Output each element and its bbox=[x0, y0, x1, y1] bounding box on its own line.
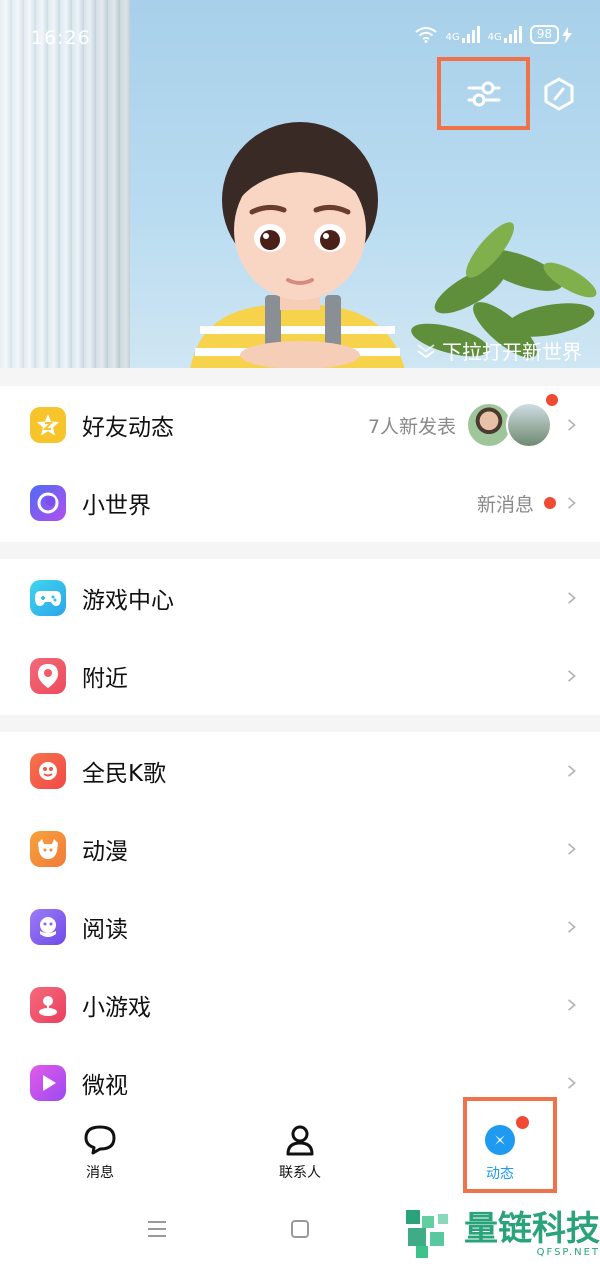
row-reading[interactable]: 阅读 bbox=[0, 888, 600, 966]
avatar-character-illustration bbox=[190, 122, 405, 368]
row-karaoke[interactable]: 全民K歌 bbox=[0, 732, 600, 810]
tab-messages[interactable]: 消息 bbox=[0, 1112, 200, 1194]
row-nearby[interactable]: 附近 bbox=[0, 637, 600, 715]
status-time: 16:26 bbox=[31, 27, 91, 49]
row-anime[interactable]: 动漫 bbox=[0, 810, 600, 888]
weishi-play-icon bbox=[30, 1065, 66, 1101]
cell-signal-1-icon: 4G bbox=[445, 26, 480, 43]
zplan-hero-banner[interactable]: 16:26 4G 4G 98 下拉打开新世界 bbox=[0, 0, 600, 368]
karaoke-icon bbox=[30, 753, 66, 789]
hexagon-compass-icon bbox=[544, 77, 574, 111]
chevron-right-icon bbox=[568, 999, 576, 1011]
tab-label: 联系人 bbox=[279, 1165, 321, 1181]
row-label: 全民K歌 bbox=[82, 761, 167, 787]
chevron-right-icon bbox=[568, 921, 576, 933]
row-label: 微视 bbox=[82, 1073, 128, 1099]
row-label: 好友动态 bbox=[82, 415, 174, 441]
row-label: 动漫 bbox=[82, 839, 128, 865]
tab-contacts[interactable]: 联系人 bbox=[200, 1112, 400, 1194]
double-chevron-down-icon bbox=[417, 343, 435, 358]
row-label: 游戏中心 bbox=[82, 588, 174, 614]
row-game-center[interactable]: 游戏中心 bbox=[0, 559, 600, 637]
charging-bolt-icon bbox=[562, 26, 572, 43]
new-posts-count: 7人新发表 bbox=[367, 415, 456, 438]
mini-game-icon bbox=[30, 987, 66, 1023]
active-tab-highlight bbox=[463, 1097, 557, 1193]
notification-dot bbox=[544, 497, 556, 509]
section-discover: 游戏中心 附近 bbox=[0, 559, 600, 715]
watermark-title: 量链科技 bbox=[464, 1208, 600, 1249]
message-bubble-icon bbox=[84, 1125, 116, 1155]
menu-lines-icon[interactable] bbox=[146, 1219, 168, 1239]
chevron-right-icon bbox=[568, 1077, 576, 1089]
reading-icon bbox=[30, 909, 66, 945]
chevron-right-icon bbox=[568, 419, 576, 431]
row-label: 小游戏 bbox=[82, 995, 151, 1021]
pull-hint-text: 下拉打开新世界 bbox=[442, 340, 582, 364]
home-square-icon[interactable] bbox=[290, 1219, 310, 1239]
qq-dynamic-page: 16:26 4G 4G 98 下拉打开新世界 好友动态 7人新发表 小世界 新消… bbox=[0, 0, 600, 1266]
new-message-label: 新消息 bbox=[476, 493, 534, 516]
watermark-logo: 量链科技 QFSP.NET bbox=[402, 1206, 600, 1262]
battery-level: 98 bbox=[529, 25, 559, 44]
row-mini-game[interactable]: 小游戏 bbox=[0, 966, 600, 1044]
watermark-logo-icon bbox=[406, 1210, 448, 1258]
section-entertainment: 全民K歌 动漫 阅读 小游戏 微视 bbox=[0, 732, 600, 1112]
battery-indicator: 98 bbox=[529, 25, 572, 44]
row-label: 附近 bbox=[82, 666, 128, 692]
anime-face-icon bbox=[30, 831, 66, 867]
cell-signal-2-icon: 4G bbox=[488, 26, 522, 43]
chevron-right-icon bbox=[568, 843, 576, 855]
row-small-world[interactable]: 小世界 新消息 bbox=[0, 464, 600, 542]
contacts-person-icon bbox=[286, 1125, 314, 1156]
row-friends-feed[interactable]: 好友动态 7人新发表 bbox=[0, 386, 600, 464]
row-label: 小世界 bbox=[82, 493, 151, 519]
tab-label: 消息 bbox=[86, 1165, 114, 1181]
row-label: 阅读 bbox=[82, 917, 128, 943]
chevron-right-icon bbox=[568, 592, 576, 604]
signal1-label: 4G bbox=[445, 32, 460, 43]
wifi-icon bbox=[415, 26, 438, 43]
hexagon-compass-button[interactable] bbox=[538, 73, 580, 115]
small-world-icon bbox=[30, 485, 66, 521]
friend-avatars bbox=[466, 394, 558, 450]
chevron-right-icon bbox=[568, 765, 576, 777]
notification-dot bbox=[516, 1116, 529, 1129]
section-social: 好友动态 7人新发表 小世界 新消息 bbox=[0, 386, 600, 542]
gamepad-icon bbox=[30, 580, 66, 616]
avatar bbox=[506, 402, 552, 448]
status-icons: 4G 4G 98 bbox=[415, 25, 572, 44]
notification-dot bbox=[546, 394, 558, 406]
location-pin-icon bbox=[30, 658, 66, 694]
chevron-right-icon bbox=[568, 670, 576, 682]
signal2-label: 4G bbox=[487, 32, 502, 43]
chevron-right-icon bbox=[568, 497, 576, 509]
pull-down-hint[interactable]: 下拉打开新世界 bbox=[416, 336, 582, 365]
sliders-adjust-icon bbox=[467, 81, 500, 106]
friends-feed-star-icon bbox=[30, 407, 66, 443]
filter-settings-button[interactable] bbox=[437, 57, 530, 130]
